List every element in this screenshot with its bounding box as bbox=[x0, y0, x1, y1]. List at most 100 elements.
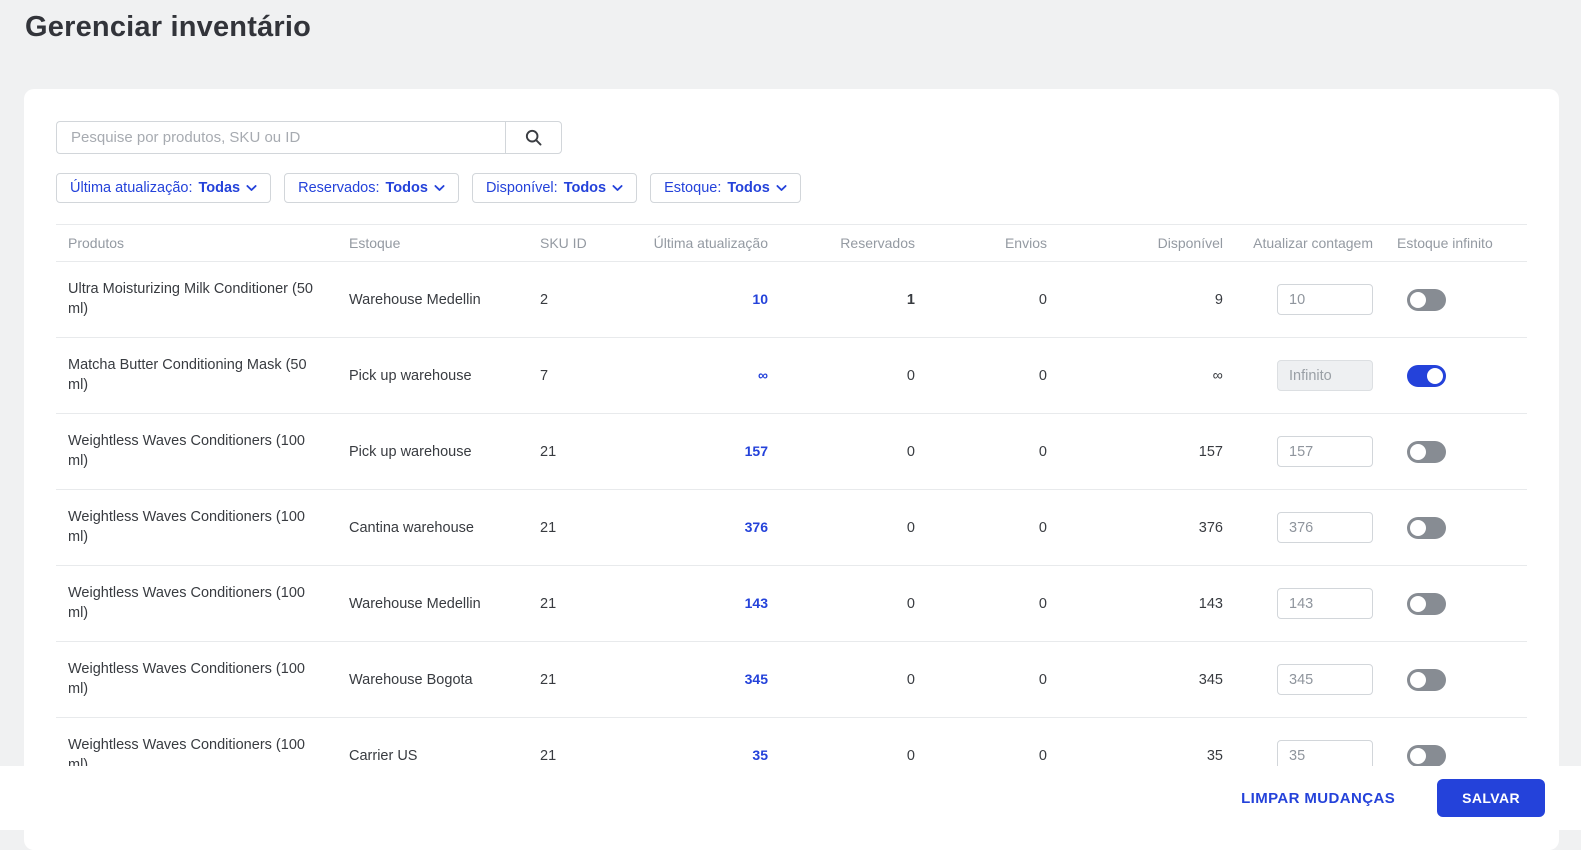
product-name: Weightless Waves Conditioners (100 ml) bbox=[68, 584, 305, 621]
filter-value: Todos bbox=[385, 180, 428, 196]
chevron-down-icon bbox=[434, 180, 445, 196]
filter-value: Todos bbox=[727, 180, 770, 196]
stock-location: Pick up warehouse bbox=[349, 443, 472, 460]
available-value: ∞ bbox=[1212, 367, 1223, 384]
stock-location: Warehouse Medellin bbox=[349, 291, 481, 308]
inventory-card: Última atualização: Todas Reservados: To… bbox=[24, 89, 1559, 850]
table-row: Matcha Butter Conditioning Mask (50 ml) … bbox=[56, 338, 1527, 414]
update-count-input[interactable] bbox=[1277, 664, 1373, 695]
search-input[interactable] bbox=[56, 121, 505, 154]
update-count-input[interactable] bbox=[1277, 284, 1373, 315]
table-row: Weightless Waves Conditioners (100 ml) C… bbox=[56, 490, 1527, 566]
reserved-value: 0 bbox=[906, 595, 915, 612]
search-icon bbox=[524, 128, 543, 147]
reserved-value: 0 bbox=[906, 367, 915, 384]
clear-changes-button[interactable]: LIMPAR MUDANÇAS bbox=[1241, 790, 1395, 807]
infinite-stock-toggle[interactable] bbox=[1407, 364, 1446, 387]
chevron-down-icon bbox=[776, 180, 787, 196]
filter-label: Disponível: bbox=[485, 180, 558, 196]
filter-last-update[interactable]: Última atualização: Todas bbox=[56, 173, 272, 203]
stock-location: Warehouse Bogota bbox=[349, 671, 473, 688]
filter-value: Todos bbox=[563, 180, 607, 196]
available-value: 157 bbox=[1198, 443, 1223, 460]
col-products: Produtos bbox=[68, 235, 125, 251]
reserved-value: 0 bbox=[906, 443, 915, 460]
sku-id-value: 21 bbox=[540, 595, 557, 612]
col-update-count: Atualizar contagem bbox=[1253, 235, 1373, 251]
sku-id-value: 21 bbox=[540, 443, 557, 460]
filter-label: Estoque: bbox=[664, 180, 722, 196]
col-available: Disponível bbox=[1157, 235, 1223, 251]
last-update-link[interactable]: ∞ bbox=[758, 367, 768, 383]
table-row: Weightless Waves Conditioners (100 ml) W… bbox=[56, 642, 1527, 718]
update-count-input[interactable] bbox=[1277, 588, 1373, 619]
stock-location: Pick up warehouse bbox=[349, 367, 472, 384]
filter-label: Reservados: bbox=[298, 180, 380, 196]
update-count-input[interactable] bbox=[1277, 436, 1373, 467]
sku-id-value: 2 bbox=[540, 291, 549, 308]
shipments-value: 0 bbox=[1038, 443, 1047, 460]
col-stock: Estoque bbox=[349, 235, 401, 251]
col-last-update: Última atualização bbox=[653, 235, 768, 251]
infinite-stock-toggle[interactable] bbox=[1407, 592, 1446, 615]
sku-id-value: 7 bbox=[540, 367, 549, 384]
infinite-stock-toggle[interactable] bbox=[1407, 440, 1446, 463]
shipments-value: 0 bbox=[1038, 595, 1047, 612]
shipments-value: 0 bbox=[1038, 519, 1047, 536]
filter-reserved[interactable]: Reservados: Todos bbox=[284, 173, 459, 203]
available-value: 143 bbox=[1198, 595, 1223, 612]
filter-stock[interactable]: Estoque: Todos bbox=[650, 173, 801, 203]
col-shipments: Envios bbox=[1004, 235, 1047, 251]
last-update-link[interactable]: 35 bbox=[752, 747, 768, 763]
save-button[interactable]: SALVAR bbox=[1437, 779, 1545, 817]
available-value: 376 bbox=[1198, 519, 1223, 536]
product-name: Weightless Waves Conditioners (100 ml) bbox=[68, 508, 305, 545]
table-header: Produtos Estoque SKU ID Última atualizaç… bbox=[56, 224, 1527, 262]
last-update-link[interactable]: 10 bbox=[752, 291, 768, 307]
filter-value: Todas bbox=[198, 180, 241, 196]
search-button[interactable] bbox=[505, 121, 562, 154]
stock-location: Warehouse Medellin bbox=[349, 595, 481, 612]
col-reserved: Reservados bbox=[840, 235, 915, 251]
table-row: Ultra Moisturizing Milk Conditioner (50 … bbox=[56, 262, 1527, 338]
table-row: Weightless Waves Conditioners (100 ml) W… bbox=[56, 566, 1527, 642]
available-value: 9 bbox=[1214, 291, 1223, 308]
reserved-value: 0 bbox=[906, 519, 915, 536]
col-infinite-stock: Estoque infinito bbox=[1397, 235, 1493, 251]
last-update-link[interactable]: 143 bbox=[745, 595, 768, 611]
last-update-link[interactable]: 345 bbox=[745, 671, 768, 687]
product-name: Weightless Waves Conditioners (100 ml) bbox=[68, 660, 305, 697]
update-count-input[interactable] bbox=[1277, 360, 1373, 391]
chevron-down-icon bbox=[612, 180, 623, 196]
shipments-value: 0 bbox=[1038, 367, 1047, 384]
product-name: Matcha Butter Conditioning Mask (50 ml) bbox=[68, 356, 307, 393]
available-value: 345 bbox=[1198, 671, 1223, 688]
search-group bbox=[56, 121, 562, 154]
filter-available[interactable]: Disponível: Todos bbox=[471, 173, 638, 203]
product-name: Ultra Moisturizing Milk Conditioner (50 … bbox=[68, 280, 313, 317]
last-update-link[interactable]: 157 bbox=[745, 443, 768, 459]
last-update-link[interactable]: 376 bbox=[745, 519, 768, 535]
stock-location: Cantina warehouse bbox=[349, 519, 474, 536]
action-footer: LIMPAR MUDANÇAS SALVAR bbox=[0, 766, 1581, 830]
sku-id-value: 21 bbox=[540, 519, 557, 536]
update-count-input[interactable] bbox=[1277, 512, 1373, 543]
filter-bar: Última atualização: Todas Reservados: To… bbox=[56, 173, 1527, 203]
infinite-stock-toggle[interactable] bbox=[1407, 668, 1446, 691]
inventory-table: Produtos Estoque SKU ID Última atualizaç… bbox=[56, 224, 1527, 794]
sku-id-value: 21 bbox=[540, 671, 557, 688]
infinite-stock-toggle[interactable] bbox=[1407, 744, 1446, 767]
chevron-down-icon bbox=[246, 180, 257, 196]
infinite-stock-toggle[interactable] bbox=[1407, 288, 1446, 311]
reserved-value: 0 bbox=[906, 671, 915, 688]
shipments-value: 0 bbox=[1038, 291, 1047, 308]
page-title: Gerenciar inventário bbox=[25, 11, 312, 43]
reserved-value: 1 bbox=[906, 291, 915, 308]
shipments-value: 0 bbox=[1038, 671, 1047, 688]
product-name: Weightless Waves Conditioners (100 ml) bbox=[68, 432, 305, 469]
infinite-stock-toggle[interactable] bbox=[1407, 516, 1446, 539]
table-row: Weightless Waves Conditioners (100 ml) P… bbox=[56, 414, 1527, 490]
col-sku-id: SKU ID bbox=[540, 235, 587, 251]
filter-label: Última atualização: bbox=[70, 180, 193, 196]
table-body: Ultra Moisturizing Milk Conditioner (50 … bbox=[56, 262, 1527, 794]
